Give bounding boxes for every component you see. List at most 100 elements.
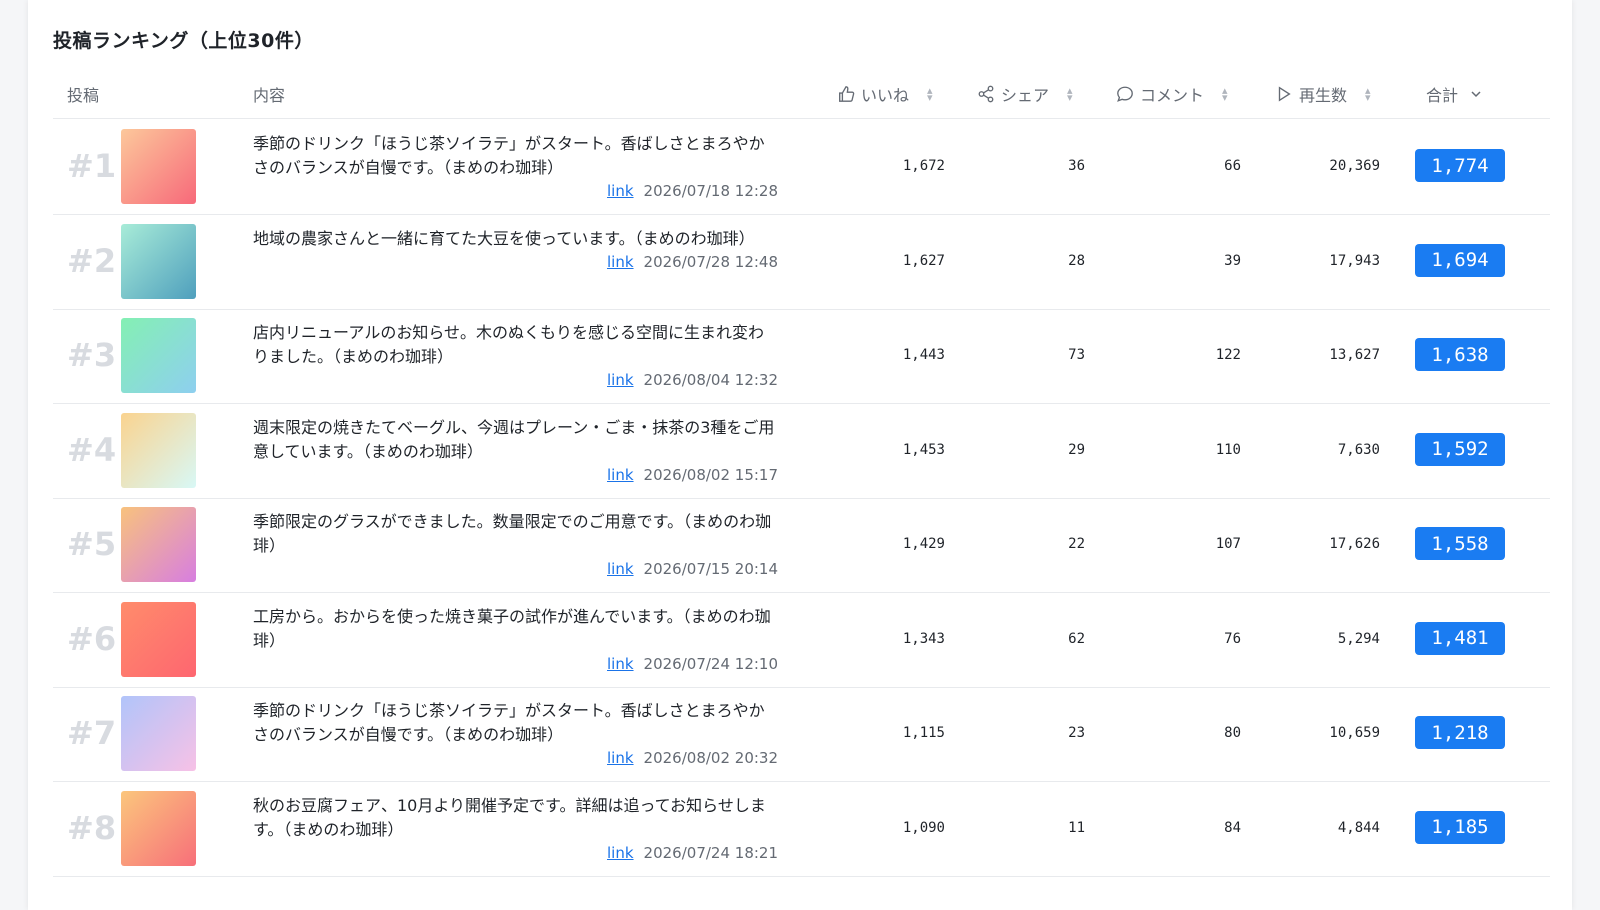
- post-date: 2026/08/02 15:17: [643, 465, 778, 484]
- post-thumbnail[interactable]: [121, 601, 196, 677]
- post-link[interactable]: link: [607, 253, 634, 271]
- table-row[interactable]: #5 季節限定のグラスができました。数量限定でのご用意です。（まめのわ珈琲） lin…: [53, 496, 1550, 593]
- plays-count: 4,844: [1337, 819, 1380, 836]
- column-content-label: 内容: [253, 86, 286, 105]
- rank-label: #5: [67, 525, 117, 563]
- post-content: 店内リニューアルのお知らせ。木のぬくもりを感じる空間に生まれ変わりました。（まめ…: [253, 321, 778, 391]
- post-link[interactable]: link: [607, 466, 634, 484]
- column-comments[interactable]: コメント ▴ ▾: [1116, 70, 1228, 118]
- total-badge: 1,774: [1415, 149, 1505, 182]
- post-content: 週末限定の焼きたてベーグル、今週はプレーン・ごま・抹茶の3種をご用意しています。…: [253, 416, 778, 486]
- post-meta: link 2026/07/18 12:28: [253, 180, 778, 202]
- post-date: 2026/07/18 12:28: [643, 182, 778, 200]
- table-row[interactable]: #8 秋のお豆腐フェア、10月より開催予定です。詳細は追ってお知らせします。（まめ…: [53, 780, 1550, 877]
- rank-label: #8: [67, 808, 117, 847]
- post-thumbnail[interactable]: [121, 412, 196, 488]
- likes-count: 1,672: [902, 158, 945, 174]
- sort-icon[interactable]: ▴ ▾: [1365, 85, 1371, 103]
- comments-count: 76: [1224, 630, 1241, 647]
- post-text: 季節のドリンク「ほうじ茶ソイラテ」がスタート。香ばしさとまろやかさのバランスが自…: [253, 701, 765, 744]
- post-content: 季節限定のグラスができました。数量限定でのご用意です。（まめのわ珈琲） link 2…: [253, 510, 778, 580]
- shares-count: 23: [1068, 725, 1085, 741]
- page-title: 投稿ランキング（上位30件）: [53, 30, 314, 52]
- table-row[interactable]: #4 週末限定の焼きたてベーグル、今週はプレーン・ごま・抹茶の3種をご用意していま…: [53, 402, 1550, 499]
- table-row[interactable]: #7 季節のドリンク「ほうじ茶ソイラテ」がスタート。香ばしさとまろやかさのバランス…: [53, 685, 1550, 782]
- total-badge: 1,185: [1415, 810, 1505, 844]
- table-header: 投稿 内容 いいね ▴ ▾ シェア ▴ ▾ コメント ▴ ▾ 再生数 ▴ ▾ 合…: [53, 70, 1550, 119]
- comments-count: 66: [1224, 158, 1241, 174]
- total-badge: 1,481: [1415, 621, 1505, 655]
- sort-icon[interactable]: ▴ ▾: [927, 85, 933, 103]
- post-text: 季節限定のグラスができました。数量限定でのご用意です。（まめのわ珈琲）: [253, 512, 772, 555]
- comments-count: 107: [1215, 536, 1241, 552]
- rank-label: #4: [67, 430, 117, 469]
- post-thumbnail[interactable]: [121, 790, 196, 866]
- share-icon: [978, 85, 994, 103]
- likes-count: 1,090: [902, 819, 945, 836]
- column-likes[interactable]: いいね ▴ ▾: [837, 70, 933, 118]
- likes-count: 1,443: [902, 347, 945, 363]
- post-text: 季節のドリンク「ほうじ茶ソイラテ」がスタート。香ばしさとまろやかさのバランスが自…: [253, 134, 765, 177]
- post-text: 店内リニューアルのお知らせ。木のぬくもりを感じる空間に生まれ変わりました。（まめ…: [253, 323, 765, 366]
- play-icon: [1278, 86, 1291, 102]
- shares-count: 73: [1068, 347, 1085, 363]
- post-date: 2026/07/24 12:10: [643, 654, 778, 673]
- post-link[interactable]: link: [607, 749, 634, 767]
- post-meta: link 2026/07/15 20:14: [253, 558, 778, 580]
- post-text: 秋のお豆腐フェア、10月より開催予定です。詳細は追ってお知らせします。（まめのわ…: [253, 795, 766, 839]
- post-date: 2026/07/15 20:14: [643, 560, 778, 578]
- shares-count: 22: [1068, 536, 1085, 552]
- post-thumbnail[interactable]: [121, 223, 196, 299]
- rank-label: #3: [67, 336, 117, 374]
- shares-count: 28: [1068, 252, 1085, 269]
- column-shares-label: シェア: [1001, 86, 1050, 105]
- post-link[interactable]: link: [607, 560, 634, 578]
- post-content: 地域の農家さんと一緒に育てた大豆を使っています。（まめのわ珈琲） link 2026…: [253, 227, 778, 273]
- post-link[interactable]: link: [607, 371, 634, 389]
- column-likes-label: いいね: [861, 86, 910, 105]
- sort-icon[interactable]: ▴ ▾: [1067, 85, 1073, 103]
- ranking-card: 投稿ランキング（上位30件） 投稿 内容 いいね ▴ ▾ シェア ▴ ▾ コメン…: [28, 0, 1572, 910]
- post-text: 地域の農家さんと一緒に育てた大豆を使っています。（まめのわ珈琲）: [253, 228, 755, 248]
- sort-icon[interactable]: ▴ ▾: [1222, 85, 1228, 103]
- shares-count: 11: [1068, 819, 1085, 836]
- table-row[interactable]: #2 地域の農家さんと一緒に育てた大豆を使っています。（まめのわ珈琲） link 20…: [53, 213, 1550, 310]
- post-meta: link 2026/08/02 15:17: [253, 464, 778, 486]
- rank-label: #6: [67, 619, 117, 658]
- likes-count: 1,453: [902, 441, 945, 458]
- post-date: 2026/07/28 12:48: [643, 252, 778, 271]
- total-badge: 1,218: [1415, 716, 1505, 749]
- column-content: 内容: [253, 70, 285, 118]
- post-meta: link 2026/07/24 18:21: [253, 842, 778, 864]
- post-meta: link 2026/08/04 12:32: [253, 369, 778, 391]
- post-link[interactable]: link: [607, 655, 634, 673]
- comments-count: 122: [1215, 347, 1241, 363]
- chevron-down-icon[interactable]: [1470, 88, 1482, 100]
- table-row[interactable]: #1 季節のドリンク「ほうじ茶ソイラテ」がスタート。香ばしさとまろやかさのバランス…: [53, 118, 1550, 215]
- post-thumbnail[interactable]: [121, 507, 196, 582]
- total-badge: 1,592: [1415, 432, 1505, 466]
- column-plays[interactable]: 再生数 ▴ ▾: [1275, 70, 1371, 118]
- post-content: 工房から。おからを使った焼き菓子の試作が進んでいます。（まめのわ珈琲） link 2…: [253, 605, 778, 675]
- comments-count: 39: [1224, 252, 1241, 269]
- post-content: 季節のドリンク「ほうじ茶ソイラテ」がスタート。香ばしさとまろやかさのバランスが自…: [253, 132, 778, 202]
- column-total-label: 合計: [1426, 86, 1459, 105]
- column-post: 投稿: [67, 70, 99, 118]
- plays-count: 20,369: [1329, 158, 1380, 174]
- column-shares[interactable]: シェア ▴ ▾: [977, 70, 1073, 118]
- shares-count: 62: [1068, 630, 1085, 647]
- column-post-label: 投稿: [67, 86, 100, 105]
- rank-label: #2: [67, 241, 117, 280]
- table-row[interactable]: #6 工房から。おからを使った焼き菓子の試作が進んでいます。（まめのわ珈琲） lin…: [53, 591, 1550, 688]
- table-row[interactable]: #3 店内リニューアルのお知らせ。木のぬくもりを感じる空間に生まれ変わりました。（…: [53, 307, 1550, 404]
- post-link[interactable]: link: [607, 844, 634, 862]
- post-thumbnail[interactable]: [121, 129, 196, 204]
- post-thumbnail[interactable]: [121, 318, 196, 393]
- shares-count: 36: [1068, 158, 1085, 174]
- column-total[interactable]: 合計: [1426, 70, 1482, 118]
- comments-count: 80: [1224, 725, 1241, 741]
- rank-label: #1: [67, 147, 117, 185]
- post-thumbnail[interactable]: [121, 696, 196, 771]
- post-link[interactable]: link: [607, 182, 634, 200]
- column-plays-label: 再生数: [1299, 86, 1348, 105]
